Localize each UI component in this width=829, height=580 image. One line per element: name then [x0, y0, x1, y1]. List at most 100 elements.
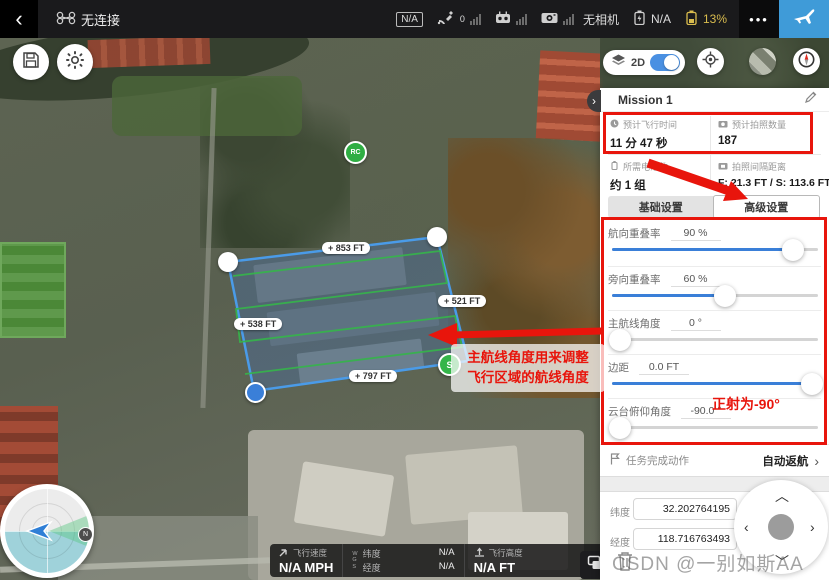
- slider-knob[interactable]: [609, 329, 631, 351]
- speed-arrow-icon: [279, 547, 289, 559]
- layers-icon: [611, 54, 626, 72]
- slider-knob[interactable]: [609, 417, 631, 439]
- annotation-gimbal-note: 正射为-90°: [712, 394, 780, 414]
- map-park: [112, 76, 302, 136]
- map-campus-building-2: [267, 292, 440, 346]
- wgs-label: WGS: [352, 551, 357, 569]
- connection-label: 无连接: [81, 10, 120, 29]
- slider-knob[interactable]: [714, 285, 736, 307]
- mission-settings-panel: › Mission 1 预计飞行时间 11 分 47 秒 预计拍照数量 187: [600, 88, 829, 580]
- edge-length-label[interactable]: + 538 FT: [234, 318, 282, 330]
- slider-route-angle: 主航线角度 0 °: [608, 312, 822, 354]
- rc-signal-status: [495, 11, 527, 27]
- panel-header: Mission 1: [600, 88, 829, 112]
- latitude-field[interactable]: 32.202764195: [633, 498, 737, 520]
- edge-length-label[interactable]: + 797 FT: [349, 370, 397, 382]
- slider-side-overlap: 旁向重叠率 60 %: [608, 268, 822, 310]
- drone-icon: [56, 11, 76, 28]
- map-mode-toggle[interactable]: 2D: [603, 50, 685, 75]
- nudge-center-dot[interactable]: [768, 514, 794, 540]
- compass-reset-button[interactable]: [793, 48, 820, 75]
- rc-battery-value: 13%: [703, 12, 727, 26]
- aircraft-connection-status: 无连接: [56, 10, 120, 29]
- latitude-label: 纬度: [610, 504, 630, 519]
- gps-signal-bars-icon: [470, 14, 481, 25]
- rc-battery-icon: [685, 10, 698, 28]
- polygon-vertex-handle-selected[interactable]: [245, 382, 266, 403]
- save-icon: [22, 51, 40, 74]
- gimbal-pitch-slider[interactable]: [612, 426, 818, 429]
- margin-slider[interactable]: [612, 382, 818, 385]
- margin-value-field[interactable]: 0.0 FT: [639, 361, 689, 375]
- camera-status-label: 无相机: [583, 11, 619, 28]
- camera-signal-status: 无相机: [541, 11, 619, 28]
- side-overlap-slider[interactable]: [612, 294, 818, 297]
- takeoff-button[interactable]: [779, 0, 829, 38]
- aircraft-battery-icon: [633, 10, 646, 28]
- map-roofs-topleft: [88, 38, 211, 68]
- tab-basic-settings[interactable]: 基础设置: [608, 196, 714, 218]
- slider-knob[interactable]: [782, 239, 804, 261]
- front-overlap-slider[interactable]: [612, 248, 818, 251]
- slider-front-overlap: 航向重叠率 90 %: [608, 222, 822, 264]
- flight-altitude-value: N/A FT: [474, 560, 523, 575]
- polygon-vertex-handle[interactable]: [427, 227, 447, 247]
- slider-knob[interactable]: [801, 373, 823, 395]
- crosshair-icon: [702, 51, 719, 73]
- side-overlap-value-field[interactable]: 60 %: [671, 273, 721, 287]
- app-root: S + 853 FT + 521 FT + 538 FT + 797 FT RC…: [0, 0, 829, 580]
- camera-signal-bars-icon: [563, 14, 574, 25]
- top-status-bar: ‹ 无连接 N/A 0 无相机: [0, 0, 829, 38]
- chevron-right-icon: ›: [814, 453, 819, 469]
- rc-location-marker: RC: [344, 141, 367, 164]
- mission-title: Mission 1: [618, 93, 673, 107]
- flight-altitude-block: 飞行高度 N/A FT: [464, 544, 532, 577]
- route-angle-value-field[interactable]: 0 °: [671, 317, 721, 331]
- more-menu-button[interactable]: •••: [739, 0, 779, 38]
- rc-battery-status: 13%: [685, 10, 727, 28]
- edge-length-label[interactable]: + 521 FT: [438, 295, 486, 307]
- rc-signal-bars-icon: [516, 14, 527, 25]
- map-soccer-field: [0, 242, 66, 338]
- front-overlap-value-field[interactable]: 90 %: [671, 227, 721, 241]
- longitude-field[interactable]: 118.716763493: [633, 528, 737, 550]
- nudge-left-icon[interactable]: ‹: [744, 519, 749, 535]
- aircraft-battery-status: N/A: [633, 10, 671, 28]
- finish-action-value: 自动返航: [762, 453, 808, 469]
- stat-photo-interval-value: F: 21.3 FT / S: 113.6 FT: [718, 177, 826, 189]
- stat-flight-time: 预计飞行时间 11 分 47 秒: [610, 118, 710, 151]
- satellite-count: 0: [460, 14, 465, 24]
- save-mission-button[interactable]: [13, 44, 49, 80]
- slider-label: 边距: [608, 360, 629, 375]
- slider-label: 旁向重叠率: [608, 272, 661, 287]
- compass-needle-icon: [798, 51, 815, 73]
- locate-me-button[interactable]: [697, 48, 724, 75]
- mission-settings-button[interactable]: [57, 44, 93, 80]
- remote-controller-icon: [495, 11, 511, 27]
- interval-camera-icon: [718, 162, 728, 172]
- flight-speed-block: 飞行速度 N/A MPH: [270, 544, 342, 577]
- tab-advanced-settings[interactable]: 高级设置: [713, 195, 821, 219]
- stat-photo-count: 预计拍照数量 187: [718, 118, 818, 147]
- compass-north-badge: N: [78, 527, 93, 542]
- edge-length-label[interactable]: + 853 FT: [322, 242, 370, 254]
- map-layer-preview-button[interactable]: [749, 48, 776, 75]
- slider-margin: 边距 0.0 FT: [608, 356, 822, 398]
- map-2d-toggle-switch[interactable]: [650, 54, 680, 71]
- slider-label: 航向重叠率: [608, 226, 661, 241]
- aircraft-heading-icon: [25, 517, 59, 550]
- nudge-right-icon[interactable]: ›: [810, 519, 815, 535]
- finish-action-row[interactable]: 任务完成动作 自动返航 ›: [600, 444, 829, 476]
- nudge-up-icon[interactable]: ︿: [775, 486, 789, 506]
- altitude-icon: [474, 547, 485, 559]
- gps-coords-block: WGS 纬度N/A 经度N/A: [342, 544, 463, 577]
- telemetry-bar: 飞行速度 N/A MPH WGS 纬度N/A 经度N/A 飞行高度 N/A FT: [270, 544, 608, 577]
- gear-icon: [65, 50, 85, 75]
- polygon-vertex-handle[interactable]: [218, 252, 238, 272]
- stat-battery-count: 所需电池数 约 1 组: [610, 160, 710, 193]
- edit-mission-name-icon[interactable]: [804, 91, 817, 109]
- back-button[interactable]: ‹: [0, 0, 38, 38]
- flight-speed-value: N/A MPH: [279, 560, 333, 575]
- longitude-label: 经度: [610, 534, 630, 549]
- route-angle-slider[interactable]: [612, 338, 818, 341]
